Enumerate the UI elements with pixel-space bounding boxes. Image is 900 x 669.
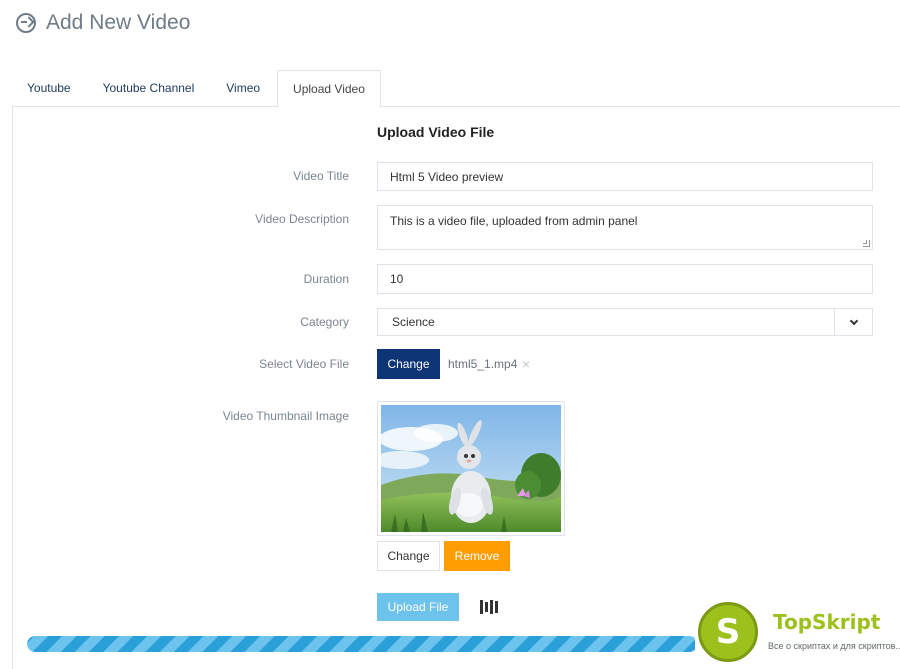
chevron-down-icon[interactable]: [834, 309, 872, 335]
video-title-input[interactable]: Html 5 Video preview: [377, 162, 873, 191]
video-description-textarea[interactable]: This is a video file, uploaded from admi…: [377, 205, 873, 250]
duration-label: Duration: [303, 272, 349, 286]
remove-file-icon[interactable]: ×: [522, 356, 530, 372]
thumbnail-label: Video Thumbnail Image: [222, 409, 349, 423]
tab-upload-video[interactable]: Upload Video: [277, 70, 381, 108]
loading-bars-icon: [480, 599, 500, 615]
video-title-label: Video Title: [293, 169, 349, 183]
circle-arrow-right-icon: [16, 13, 36, 33]
tab-vimeo[interactable]: Vimeo: [211, 70, 275, 107]
category-label: Category: [300, 315, 349, 329]
category-select[interactable]: Science: [377, 308, 873, 336]
video-file-name: html5_1.mp4: [448, 357, 518, 371]
thumbnail-preview: [377, 401, 565, 536]
upload-progress-fill: [27, 636, 697, 652]
video-file-label: Select Video File: [259, 357, 349, 371]
duration-value: 10: [390, 272, 404, 286]
resize-handle-icon[interactable]: [863, 240, 870, 247]
topskript-brand: TopSkript: [773, 610, 881, 634]
video-description-value: This is a video file, uploaded from admi…: [390, 214, 638, 228]
tab-bar: Youtube Youtube Channel Vimeo Upload Vid…: [12, 70, 900, 108]
change-video-file-button[interactable]: Change: [377, 349, 440, 379]
topskript-tagline: Все о скриптах и для скриптов...: [768, 641, 900, 651]
video-title-value: Html 5 Video preview: [390, 169, 504, 184]
duration-input[interactable]: 10: [377, 264, 873, 294]
change-thumbnail-button[interactable]: Change: [377, 541, 440, 571]
page-title: Add New Video: [46, 11, 191, 34]
category-value: Science: [392, 315, 435, 329]
topskript-watermark: S TopSkript Все о скриптах и для скрипто…: [695, 600, 900, 669]
video-description-label: Video Description: [255, 212, 349, 226]
upload-file-button[interactable]: Upload File: [377, 593, 459, 621]
topskript-logo: S: [698, 602, 758, 662]
tab-panel: [12, 107, 900, 669]
tab-youtube[interactable]: Youtube: [12, 70, 86, 107]
section-title: Upload Video File: [377, 124, 495, 140]
tab-youtube-channel[interactable]: Youtube Channel: [88, 70, 210, 107]
page-header: Add New Video: [16, 8, 190, 38]
thumbnail-image: [381, 405, 561, 532]
remove-thumbnail-button[interactable]: Remove: [444, 541, 510, 571]
